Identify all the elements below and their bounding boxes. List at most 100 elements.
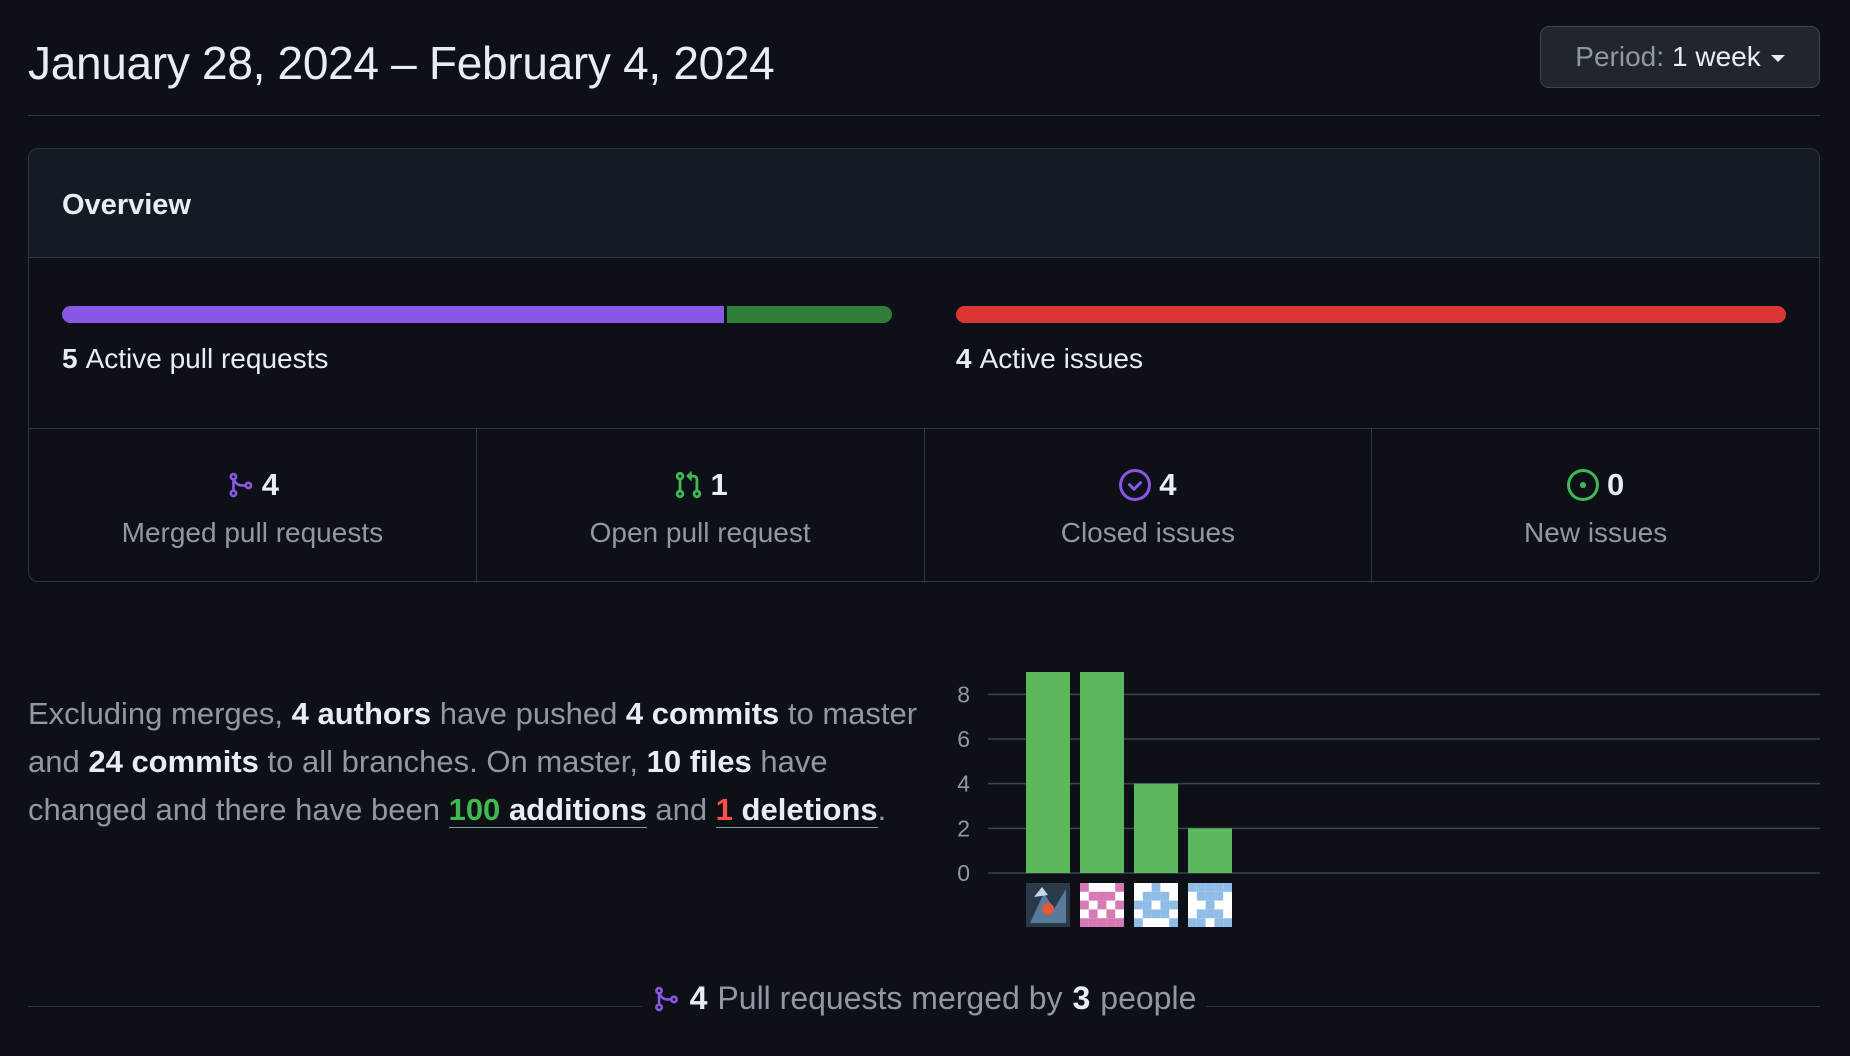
author-avatar-pixel	[1142, 900, 1152, 910]
open-pr-count: 1	[710, 467, 728, 502]
author-avatar-pixel	[1151, 891, 1161, 901]
additions-count: 100	[448, 792, 501, 827]
y-tick-label: 4	[957, 771, 970, 797]
new-issue-icon	[1567, 469, 1599, 501]
overview-title: Overview	[62, 189, 191, 221]
additions-link[interactable]: 100 additions	[448, 792, 647, 828]
author-avatar-pixel	[1080, 900, 1089, 910]
author-avatar-pixel	[1142, 891, 1152, 901]
author-avatar-pixel	[1142, 909, 1152, 919]
author-avatar-pixel	[1214, 909, 1224, 919]
master-commits: 4 commits	[625, 696, 780, 731]
closed-issues-label: Closed issues	[1060, 517, 1236, 548]
author-avatar-pixel	[1196, 909, 1206, 919]
active-pull-requests-link[interactable]: 5 Active pull requests	[62, 343, 328, 375]
caret-down-icon	[1770, 55, 1785, 62]
author-avatar-pixel	[1205, 900, 1215, 910]
summary-text: have pushed	[431, 696, 626, 731]
all-branch-commits: 24 commits	[88, 744, 259, 779]
author-avatar-pixel	[1196, 918, 1206, 927]
author-avatar-pixel	[1106, 909, 1116, 919]
closed-issues-count: 4	[1159, 467, 1177, 502]
author-avatar-pixel	[1115, 883, 1124, 892]
merged-pr-total: 4	[689, 980, 708, 1016]
merged-pr-label: Merged pull requests	[121, 517, 384, 548]
period-dropdown-button[interactable]: Period: 1 week	[1540, 26, 1820, 88]
files-changed: 10 files	[646, 744, 752, 779]
author-avatar-pixel	[1080, 918, 1089, 927]
open-pr-segment	[726, 306, 892, 323]
footer-text: people	[1100, 980, 1197, 1016]
author-avatar-pixel	[1115, 900, 1124, 910]
commit-bar	[1134, 783, 1178, 873]
deletions-word: deletions	[741, 792, 878, 827]
closed-issues-segment	[956, 306, 1786, 323]
y-tick-label: 0	[957, 860, 970, 886]
merged-pr-segment	[62, 306, 724, 323]
pulse-page: January 28, 2024 – February 4, 2024 Peri…	[28, 0, 1820, 1017]
summary-text: to all branches. On master,	[258, 744, 647, 779]
overview-header: Overview	[29, 149, 1819, 258]
y-tick-label: 8	[957, 681, 970, 707]
merged-prs-summary: 4 Pull requests merged by 3 people	[641, 980, 1207, 1017]
period-value: 1 week	[1672, 41, 1761, 72]
author-avatar-pixel	[1151, 883, 1161, 892]
y-tick-label: 2	[957, 815, 970, 841]
author-avatar-pixel	[1214, 918, 1224, 927]
deletions-count: 1	[715, 792, 733, 827]
active-issues-count: 4	[956, 343, 972, 374]
author-avatar-pixel	[1088, 891, 1098, 901]
authors-count: 4 authors	[291, 696, 432, 731]
closed-issue-icon	[1119, 469, 1152, 501]
author-avatar-detail	[1042, 903, 1054, 915]
summary-text: Excluding merges,	[28, 696, 292, 731]
author-avatar-pixel	[1080, 883, 1089, 892]
active-issues-label: Active issues	[979, 343, 1143, 374]
page-header: January 28, 2024 – February 4, 2024 Peri…	[28, 0, 1820, 116]
author-avatar-pixel	[1134, 900, 1143, 910]
issues-bar[interactable]	[956, 306, 1786, 323]
stat-merged-pull-requests[interactable]: 4 Merged pull requests	[29, 429, 477, 583]
commit-bar	[1188, 828, 1232, 873]
people-count: 3	[1072, 980, 1091, 1016]
author-avatar-pixel	[1134, 918, 1143, 927]
commits-by-author-chart: 0 2 4 6 8	[957, 672, 1820, 927]
author-avatar-pixel	[1088, 918, 1098, 927]
author-avatar-pixel	[1205, 909, 1215, 919]
author-avatar-pixel	[1088, 909, 1098, 919]
merged-prs-section-header: 4 Pull requests merged by 3 people	[28, 980, 1820, 1020]
open-pr-label: Open pull request	[589, 517, 811, 548]
author-avatar-pixel	[1097, 918, 1107, 927]
author-avatar-pixel	[1160, 891, 1170, 901]
new-issues-count: 0	[1607, 467, 1625, 502]
stat-open-pull-request[interactable]: 1 Open pull request	[477, 429, 925, 583]
merged-pr-icon	[652, 984, 680, 1014]
author-avatar-pixel	[1196, 883, 1206, 892]
overview-stats: 4 Merged pull requests 1 Open pull reque…	[29, 429, 1819, 583]
author-avatar-pixel	[1169, 918, 1178, 927]
commit-summary: Excluding merges, 4 authors have pushed …	[28, 690, 918, 834]
summary-text: and	[646, 792, 716, 827]
active-issues-link[interactable]: 4 Active issues	[956, 343, 1143, 375]
author-avatar-pixel	[1223, 883, 1232, 892]
author-avatar-pixel	[1151, 909, 1161, 919]
deletions-link[interactable]: 1 deletions	[715, 792, 878, 828]
active-pr-count: 5	[62, 343, 78, 374]
stat-new-issues[interactable]: 0 New issues	[1372, 429, 1819, 583]
author-avatar-pixel	[1188, 883, 1197, 892]
overview-panel: Overview 5 Active pull requests 4 Active i…	[28, 148, 1820, 583]
period-label: Period:	[1575, 41, 1664, 72]
stat-closed-issues[interactable]: 4 Closed issues	[925, 429, 1373, 583]
merged-pr-icon	[226, 470, 254, 500]
commit-bar	[1026, 672, 1070, 873]
author-avatar-pixel	[1097, 891, 1107, 901]
additions-word: additions	[508, 792, 647, 827]
author-avatar-pixel	[1214, 883, 1224, 892]
pull-requests-bar[interactable]	[62, 306, 892, 323]
active-pr-label: Active pull requests	[85, 343, 329, 374]
author-avatar-pixel	[1160, 909, 1170, 919]
author-avatar-pixel	[1106, 891, 1116, 901]
author-avatar-pixel	[1223, 918, 1232, 927]
y-tick-label: 6	[957, 726, 970, 752]
author-avatar-pixel	[1205, 883, 1215, 892]
